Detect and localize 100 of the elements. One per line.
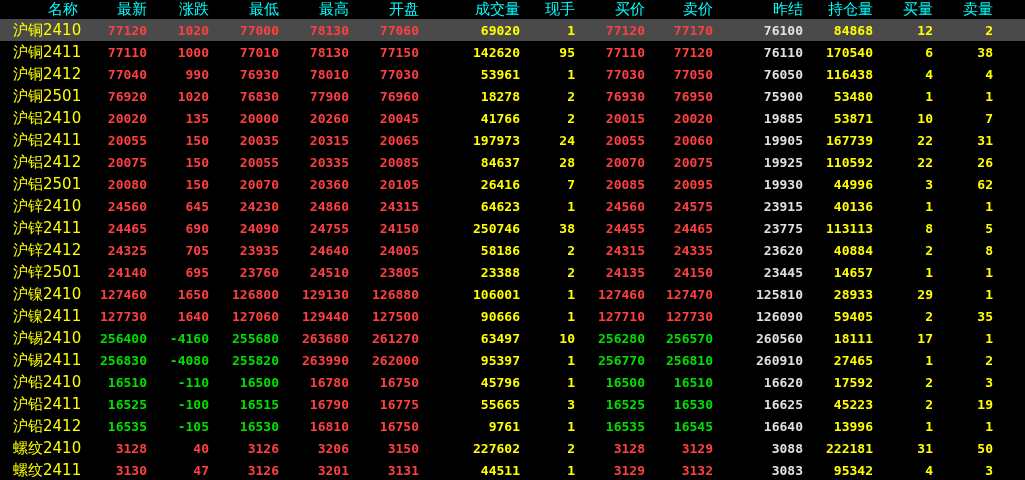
table-cell-text: 3126 — [246, 440, 279, 456]
contract-name: 沪铝2412 — [12, 152, 83, 172]
quote-row[interactable]: 沪锡2410 256400 -4160 255680 263680 261270 63497 10 256280 256570 260560 18111 17 1 — [0, 327, 1025, 349]
contract-name: 沪锌2411 — [12, 218, 83, 238]
table-cell-text: 3132 — [680, 462, 713, 478]
table-cell-text: 1 — [984, 88, 993, 104]
table-cell-text: 20020 — [672, 110, 713, 126]
table-cell-text: 20335 — [308, 154, 349, 170]
table-cell-text: 129130 — [301, 286, 349, 302]
quote-row[interactable]: 沪铜2412 77040 990 76930 78010 77030 53961 1 77030 77050 76050 116438 4 4 — [0, 63, 1025, 85]
column-header[interactable]: 名称 — [0, 0, 85, 19]
quote-row[interactable]: 沪铅2410 16510 -110 16500 16780 16750 45796 1 16500 16510 16620 17592 2 3 — [0, 371, 1025, 393]
table-cell-text: 3201 — [316, 462, 349, 478]
table-cell-text: 3 — [924, 176, 933, 192]
column-header[interactable]: 最高 — [279, 0, 349, 19]
table-cell-text: 18111 — [832, 330, 873, 346]
quote-row[interactable]: 螺纹2411 3130 47 3126 3201 3131 44511 1 3129 3132 3083 95342 4 3 — [0, 459, 1025, 480]
table-cell-text: 4 — [924, 462, 933, 478]
table-cell-text: 24315 — [604, 242, 645, 258]
table-cell-text: 76100 — [762, 22, 803, 38]
column-header[interactable]: 持仓量 — [803, 0, 873, 19]
table-cell-text: 7 — [566, 176, 575, 192]
table-cell-text: 10 — [558, 330, 575, 346]
quote-row[interactable]: 沪锌2410 24560 645 24230 24860 24315 64623 1 24560 24575 23915 40136 1 1 — [0, 195, 1025, 217]
table-cell-text: 16750 — [378, 374, 419, 390]
table-cell-text: 1 — [984, 330, 993, 346]
table-cell-text: 16780 — [308, 374, 349, 390]
table-cell-text: 4 — [924, 66, 933, 82]
column-header[interactable]: 开盘 — [349, 0, 419, 19]
table-cell-text: 24510 — [308, 264, 349, 280]
table-cell-text: 90666 — [479, 308, 520, 324]
table-cell-text: -105 — [176, 418, 209, 434]
quote-row[interactable]: 沪镍2411 127730 1640 127060 129440 127500 90666 1 127710 127730 126090 59405 2 35 — [0, 305, 1025, 327]
table-cell-text: 78130 — [308, 22, 349, 38]
quote-row[interactable]: 螺纹2410 3128 40 3126 3206 3150 227602 2 3128 3129 3088 222181 31 50 — [0, 437, 1025, 459]
quote-row[interactable]: 沪铜2411 77110 1000 77010 78130 77150 142620 95 77110 77120 76110 170540 6 38 — [0, 41, 1025, 63]
table-cell-text: 126090 — [755, 308, 803, 324]
quote-row[interactable]: 沪锌2412 24325 705 23935 24640 24005 58186 2 24315 24335 23620 40884 2 8 — [0, 239, 1025, 261]
column-header[interactable]: 成交量 — [419, 0, 520, 19]
table-cell-text: -100 — [176, 396, 209, 412]
contract-name: 沪锡2410 — [12, 328, 83, 348]
table-cell-text: 1 — [566, 462, 575, 478]
quote-row[interactable]: 沪锡2411 256830 -4080 255820 263990 262000 95397 1 256770 256810 260910 27465 1 2 — [0, 349, 1025, 371]
table-cell-text: 250746 — [472, 220, 520, 236]
table-cell-text: 9761 — [487, 418, 520, 434]
quote-row[interactable]: 沪铅2412 16535 -105 16530 16810 16750 9761 1 16535 16545 16640 13996 1 1 — [0, 415, 1025, 437]
table-cell-text: 3126 — [246, 462, 279, 478]
quote-row[interactable]: 沪铝2501 20080 150 20070 20360 20105 26416 7 20085 20095 19930 44996 3 62 — [0, 173, 1025, 195]
table-cell-text: 28933 — [832, 286, 873, 302]
table-cell-text: 45796 — [479, 374, 520, 390]
quote-row[interactable]: 沪铜2501 76920 1020 76830 77900 76960 18278 2 76930 76950 75900 53480 1 1 — [0, 85, 1025, 107]
table-cell-text: 3129 — [680, 440, 713, 456]
table-cell-text: 38 — [558, 220, 575, 236]
table-cell-text: 2 — [566, 88, 575, 104]
column-header[interactable]: 卖价 — [645, 0, 713, 19]
table-cell-text: 645 — [184, 198, 209, 214]
table-cell-text: 1 — [566, 286, 575, 302]
table-cell-text: 20095 — [672, 176, 713, 192]
column-header[interactable]: 最低 — [209, 0, 279, 19]
table-cell-text: 77110 — [106, 44, 147, 60]
table-cell-text: 20035 — [238, 132, 279, 148]
quote-row[interactable]: 沪铝2410 20020 135 20000 20260 20045 41766 2 20015 20020 19885 53871 10 7 — [0, 107, 1025, 129]
table-cell-text: 14657 — [832, 264, 873, 280]
contract-name: 沪铅2410 — [12, 372, 83, 392]
column-header[interactable]: 卖量 — [933, 0, 993, 19]
table-cell-text: 1 — [924, 198, 933, 214]
table-cell-text: 8 — [924, 220, 933, 236]
table-cell-text: 16510 — [672, 374, 713, 390]
table-cell-text: 16640 — [762, 418, 803, 434]
quote-row[interactable]: 沪铅2411 16525 -100 16515 16790 16775 55665 3 16525 16530 16625 45223 2 19 — [0, 393, 1025, 415]
quote-row[interactable]: 沪镍2410 127460 1650 126800 129130 126880 106001 1 127460 127470 125810 28933 29 1 — [0, 283, 1025, 305]
column-header[interactable]: 现手 — [520, 0, 575, 19]
contract-name: 沪镍2410 — [12, 284, 83, 304]
table-cell-text: 50 — [976, 440, 993, 456]
column-header[interactable]: 买价 — [575, 0, 645, 19]
table-cell-text: 127730 — [665, 308, 713, 324]
quote-row[interactable]: 沪铝2412 20075 150 20055 20335 20085 84637 28 20070 20075 19925 110592 22 26 — [0, 151, 1025, 173]
table-cell-text: 16775 — [378, 396, 419, 412]
quote-row[interactable]: 沪锌2411 24465 690 24090 24755 24150 250746 38 24455 24465 23775 113113 8 5 — [0, 217, 1025, 239]
table-cell-text: 2 — [566, 110, 575, 126]
table-cell-text: 16510 — [106, 374, 147, 390]
table-cell-text: 76050 — [762, 66, 803, 82]
table-cell-text: 22 — [916, 154, 933, 170]
contract-name: 沪镍2411 — [12, 306, 83, 326]
table-cell-text: 64623 — [479, 198, 520, 214]
table-cell-text: 77010 — [238, 44, 279, 60]
table-cell-text: 227602 — [472, 440, 520, 456]
quote-row[interactable]: 沪铜2410 77120 1020 77000 78130 77060 69020 1 77120 77170 76100 84868 12 2 — [0, 19, 1025, 41]
column-header[interactable]: 最新 — [85, 0, 147, 19]
table-cell-text: 256280 — [597, 330, 645, 346]
table-cell-text: 76950 — [672, 88, 713, 104]
column-header[interactable]: 涨跌 — [147, 0, 209, 19]
table-cell-text: 129440 — [301, 308, 349, 324]
table-cell-text: 77150 — [378, 44, 419, 60]
contract-name: 螺纹2410 — [12, 438, 83, 458]
column-header[interactable]: 买量 — [873, 0, 933, 19]
table-cell-text: 256400 — [99, 330, 147, 346]
column-header[interactable]: 昨结 — [713, 0, 803, 19]
quote-row[interactable]: 沪锌2501 24140 695 23760 24510 23805 23388 2 24135 24150 23445 14657 1 1 — [0, 261, 1025, 283]
quote-row[interactable]: 沪铝2411 20055 150 20035 20315 20065 197973 24 20055 20060 19905 167739 22 31 — [0, 129, 1025, 151]
